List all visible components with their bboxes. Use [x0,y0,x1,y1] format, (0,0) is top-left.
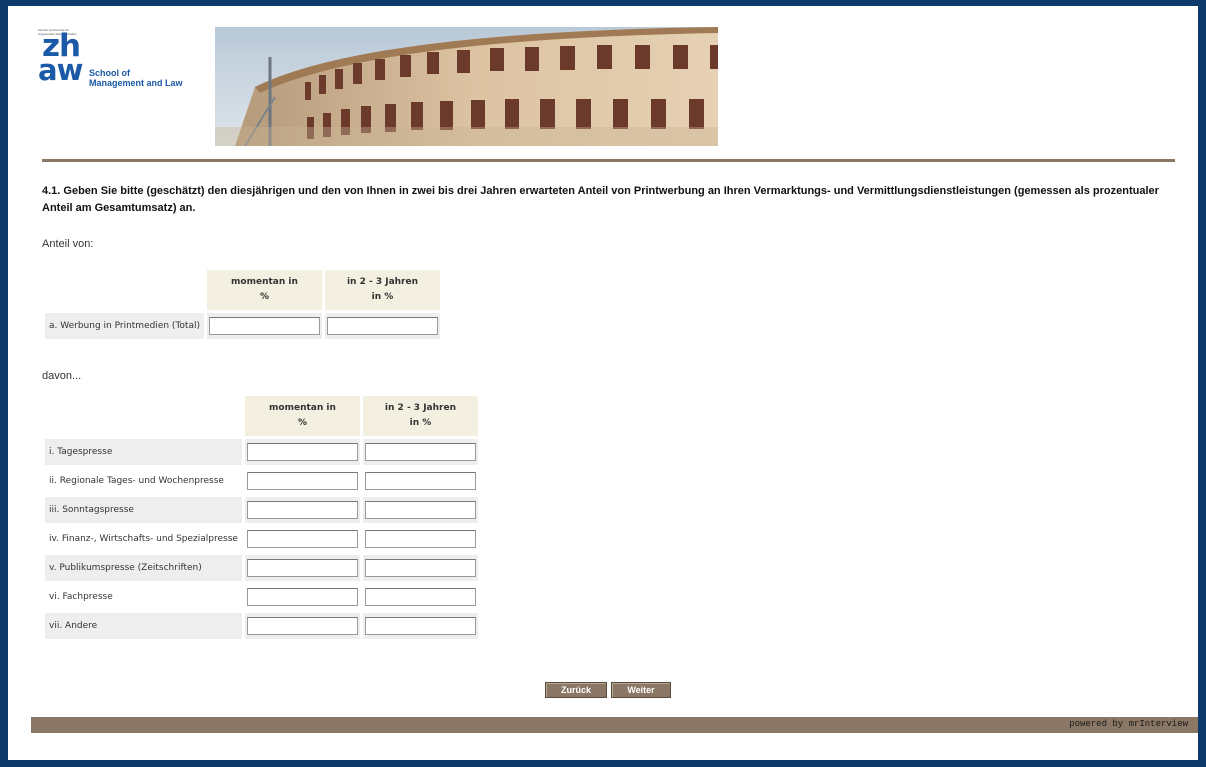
footer-bar: powered by mrInterview [31,717,1198,733]
row-label: iv. Finanz-, Wirtschafts- und Spezialpre… [45,526,242,552]
table-row: iv. Finanz-, Wirtschafts- und Spezialpre… [45,526,478,552]
grid-corner [45,396,242,436]
col-header-now-line1: momentan in [231,277,298,287]
survey-page: Zürcher Hochschule für Angewandte Wissen… [8,6,1198,760]
grid-header-row: momentan in% in 2 - 3 Jahren in % [45,270,440,310]
table-row: ii. Regionale Tages- und Wochenpresse [45,468,478,494]
cell-now [244,555,360,581]
section1-intro: Anteil von: [42,238,94,250]
row-label: a. Werbung in Printmedien (Total) [45,313,204,339]
cell-future [362,613,478,639]
col-header-now: momentan in% [206,270,322,310]
row-label: ii. Regionale Tages- und Wochenpresse [45,468,242,494]
next-button[interactable]: Weiter [611,682,671,698]
col-header-future: in 2 - 3 Jahren in % [324,270,440,310]
input-sonntagspresse-future[interactable] [364,501,476,519]
col-header-future-line2: in % [371,292,394,302]
table-row: vii. Andere [45,613,478,639]
input-publikumspresse-future[interactable] [364,559,476,577]
table-row: v. Publikumspresse (Zeitschriften) [45,555,478,581]
input-publikumspresse-now[interactable] [246,559,358,577]
cell-now [244,497,360,523]
grid-header-row: momentan in% in 2 - 3 Jahren in % [45,396,478,436]
input-fachpresse-future[interactable] [364,588,476,606]
cell-now [244,526,360,552]
input-sonntagspresse-now[interactable] [246,501,358,519]
cell-now [244,584,360,610]
logo-school-line1: School of [89,68,130,78]
cell-future [362,439,478,465]
input-regionale-now[interactable] [246,472,358,490]
cell-now [244,439,360,465]
input-andere-now[interactable] [246,617,358,635]
header-divider [42,159,1175,162]
cell-future [362,584,478,610]
table-row: iii. Sonntagspresse [45,497,478,523]
row-label: vi. Fachpresse [45,584,242,610]
cell-now [206,313,322,339]
table-row: vi. Fachpresse [45,584,478,610]
table-row: i. Tagespresse [45,439,478,465]
input-finanz-now[interactable] [246,530,358,548]
input-regionale-future[interactable] [364,472,476,490]
input-tagespresse-now[interactable] [246,443,358,461]
cell-future [362,497,478,523]
row-label: iii. Sonntagspresse [45,497,242,523]
col-header-future-line2: in % [409,418,432,428]
cell-future [324,313,440,339]
table-row: a. Werbung in Printmedien (Total) [45,313,440,339]
print-breakdown-grid: momentan in% in 2 - 3 Jahren in % i. Tage… [42,393,481,642]
building-illustration [215,27,718,146]
col-header-now-line2: % [297,418,307,428]
col-header-now-line1: momentan in [269,403,336,413]
section2-intro: davon... [42,370,82,382]
input-total-future[interactable] [326,317,438,335]
logo-aw: aw [38,53,83,87]
page-header: Zürcher Hochschule für Angewandte Wissen… [8,6,1198,156]
col-header-now: momentan in% [244,396,360,436]
logo-school-line2: Management and Law [89,78,183,88]
building-banner-image [215,27,718,146]
input-andere-future[interactable] [364,617,476,635]
cell-future [362,555,478,581]
cell-future [362,468,478,494]
question-text: 4.1. Geben Sie bitte (geschätzt) den die… [42,185,1159,214]
grid-corner [45,270,204,310]
input-total-now[interactable] [208,317,320,335]
powered-by-text: powered by mrInterview [1069,719,1188,729]
col-header-future-line1: in 2 - 3 Jahren [384,403,456,413]
row-label: vii. Andere [45,613,242,639]
row-label: i. Tagespresse [45,439,242,465]
input-tagespresse-future[interactable] [364,443,476,461]
logo-school-text: School of Management and Law [89,68,183,88]
input-fachpresse-now[interactable] [246,588,358,606]
input-finanz-future[interactable] [364,530,476,548]
cell-now [244,468,360,494]
row-label: v. Publikumspresse (Zeitschriften) [45,555,242,581]
cell-now [244,613,360,639]
zhaw-logo: Zürcher Hochschule für Angewandte Wissen… [38,28,198,98]
col-header-future-line1: in 2 - 3 Jahren [346,277,419,287]
cell-future [362,526,478,552]
col-header-future: in 2 - 3 Jahren in % [362,396,478,436]
back-button[interactable]: Zurück [545,682,607,698]
col-header-now-line2: % [259,292,269,302]
print-total-grid: momentan in% in 2 - 3 Jahren in % a. Werb… [42,267,443,342]
